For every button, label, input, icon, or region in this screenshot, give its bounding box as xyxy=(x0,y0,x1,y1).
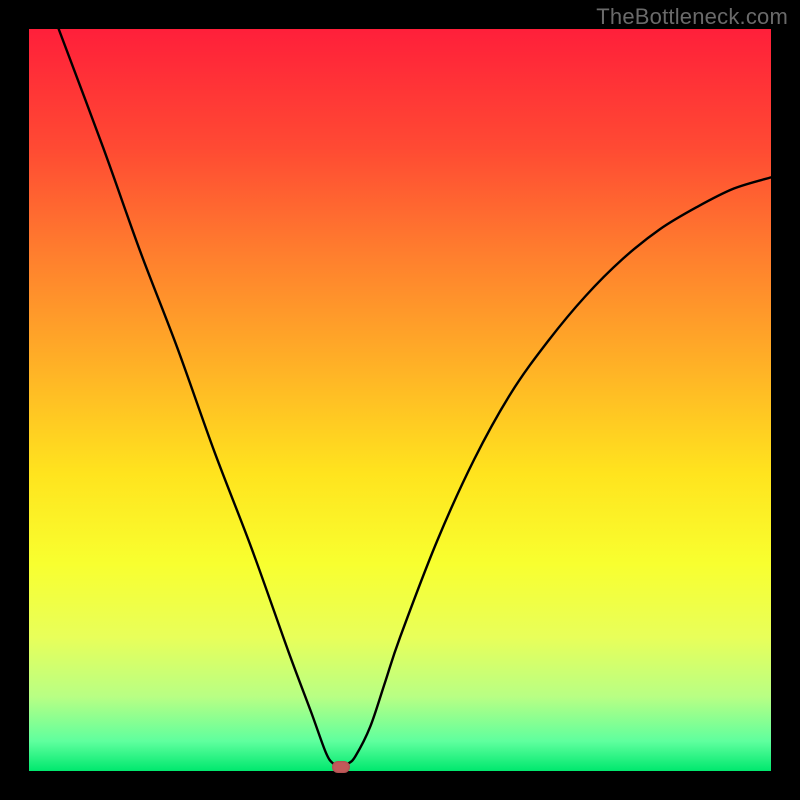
watermark-text: TheBottleneck.com xyxy=(596,4,788,30)
chart-stage: TheBottleneck.com xyxy=(0,0,800,800)
optimum-marker xyxy=(332,761,350,773)
curve-svg xyxy=(29,29,771,771)
bottleneck-curve xyxy=(59,29,771,767)
plot-area xyxy=(29,29,771,771)
